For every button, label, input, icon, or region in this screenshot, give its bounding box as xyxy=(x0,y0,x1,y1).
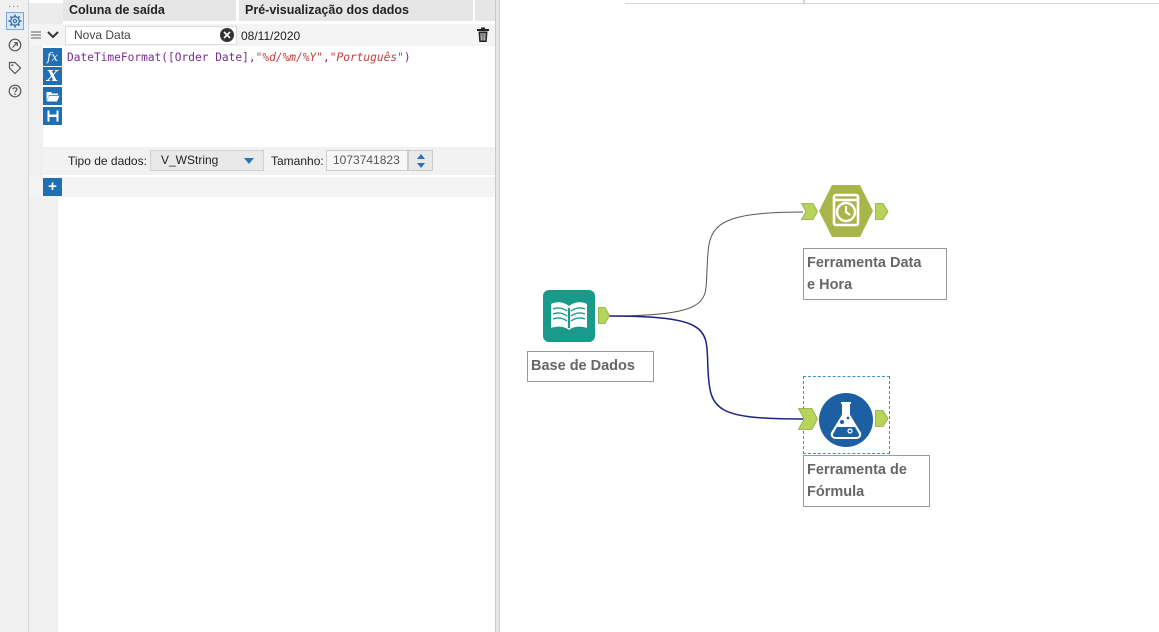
formula-row[interactable]: Nova Data 08/11/2020 xyxy=(29,24,495,46)
expr-language-string: "Português" xyxy=(329,51,404,64)
open-expression-button[interactable] xyxy=(43,87,62,105)
header-output-column[interactable]: Coluna de saída xyxy=(63,0,236,21)
question-icon xyxy=(8,84,22,98)
header-actions xyxy=(475,0,495,21)
plus-icon: + xyxy=(48,178,57,195)
expr-format-string: "%d/%m/%Y" xyxy=(255,51,323,64)
clear-field-button[interactable] xyxy=(220,28,234,42)
connections-button[interactable] xyxy=(6,36,24,54)
node-label-formula-line2: Fórmula xyxy=(807,484,865,500)
function-fx-icon: fx xyxy=(46,50,59,64)
data-type-value: V_WString xyxy=(161,153,219,167)
clock-icon xyxy=(819,185,873,237)
spin-up-icon[interactable] xyxy=(417,154,425,159)
dropdown-arrow-icon xyxy=(244,158,254,164)
add-row-button[interactable]: + xyxy=(43,178,62,196)
drag-handle-icon[interactable] xyxy=(29,24,43,46)
flask-icon xyxy=(819,393,873,447)
workflow-canvas[interactable]: Base de Dados Ferramenta Data e Hora Fer… xyxy=(500,0,1159,632)
configuration-button[interactable] xyxy=(6,12,24,30)
node-label-datetime-line2: e Hora xyxy=(807,277,853,293)
size-label: Tamanho: xyxy=(271,154,324,168)
save-expression-button[interactable] xyxy=(43,107,62,125)
annotation-button[interactable] xyxy=(6,59,24,77)
expr-comma: , xyxy=(248,51,256,64)
collapse-row-button[interactable] xyxy=(43,24,63,46)
node-label-formula[interactable]: Ferramenta de Fórmula xyxy=(803,455,930,507)
data-preview-value: 08/11/2020 xyxy=(241,29,301,43)
data-type-label: Tipo de dados: xyxy=(68,154,147,168)
trash-icon xyxy=(477,27,489,42)
connection-input-to-datetime xyxy=(607,211,804,317)
chevron-down-icon xyxy=(47,31,59,39)
help-button[interactable] xyxy=(6,82,24,100)
input-data-tool-icon[interactable] xyxy=(542,289,596,346)
node-label-formula-line1: Ferramenta de xyxy=(807,462,907,478)
data-type-select[interactable]: V_WString xyxy=(150,150,264,171)
close-icon xyxy=(223,31,231,39)
size-stepper[interactable] xyxy=(408,150,433,171)
variable-x-icon: X xyxy=(46,67,59,85)
gear-icon xyxy=(8,14,22,28)
node-label-datetime[interactable]: Ferramenta Data e Hora xyxy=(803,248,947,300)
expr-comma: , xyxy=(322,51,330,64)
lower-gutter xyxy=(29,197,58,632)
output-anchor-formula[interactable] xyxy=(875,410,889,430)
folder-open-icon xyxy=(46,91,59,101)
node-label-input[interactable]: Base de Dados xyxy=(527,351,654,382)
data-type-row: Tipo de dados: V_WString Tamanho: 107374… xyxy=(43,147,495,175)
variables-button[interactable]: X xyxy=(43,67,62,85)
expression-gutter xyxy=(29,46,43,177)
tag-icon xyxy=(8,61,22,75)
expr-field: [Order Date] xyxy=(168,51,249,64)
add-row-bar: + xyxy=(29,177,495,197)
node-label-datetime-line1: Ferramenta Data xyxy=(807,255,922,271)
spin-down-icon[interactable] xyxy=(417,163,425,168)
header-gutter xyxy=(29,3,63,24)
node-label-input-line1: Base de Dados xyxy=(531,358,635,374)
functions-button[interactable]: fx xyxy=(43,48,62,66)
expression-editor[interactable]: fx X DateTimeFormat([Order Date],"%d/%m/… xyxy=(29,46,495,177)
input-anchor-datetime[interactable] xyxy=(800,203,818,223)
delete-row-button[interactable] xyxy=(476,27,490,43)
expr-close-paren: ) xyxy=(403,51,411,64)
header-data-preview[interactable]: Pré-visualização dos dados xyxy=(239,0,473,21)
save-disk-icon xyxy=(47,110,58,122)
size-input[interactable]: 1073741823 xyxy=(326,150,408,171)
output-anchor-datetime[interactable] xyxy=(875,203,889,223)
side-toolbar: ... xyxy=(0,0,29,632)
input-anchor-formula[interactable] xyxy=(797,408,818,433)
configuration-panel: Coluna de saída Pré-visualização dos dad… xyxy=(29,0,495,632)
datetime-tool-icon[interactable] xyxy=(818,184,874,241)
toolbar-grip-icon[interactable]: ... xyxy=(8,0,20,10)
arrow-circle-icon xyxy=(8,38,22,52)
output-column-field[interactable]: Nova Data xyxy=(65,26,237,45)
output-anchor-input[interactable] xyxy=(598,307,610,327)
formula-tool-icon[interactable] xyxy=(818,392,874,451)
expr-function: DateTimeFormat xyxy=(67,51,162,64)
expression-text[interactable]: DateTimeFormat([Order Date],"%d/%m/%Y","… xyxy=(67,51,411,64)
app-window: ... Coluna de saída Pré-visualização dos… xyxy=(0,0,1159,632)
book-icon xyxy=(543,290,595,342)
